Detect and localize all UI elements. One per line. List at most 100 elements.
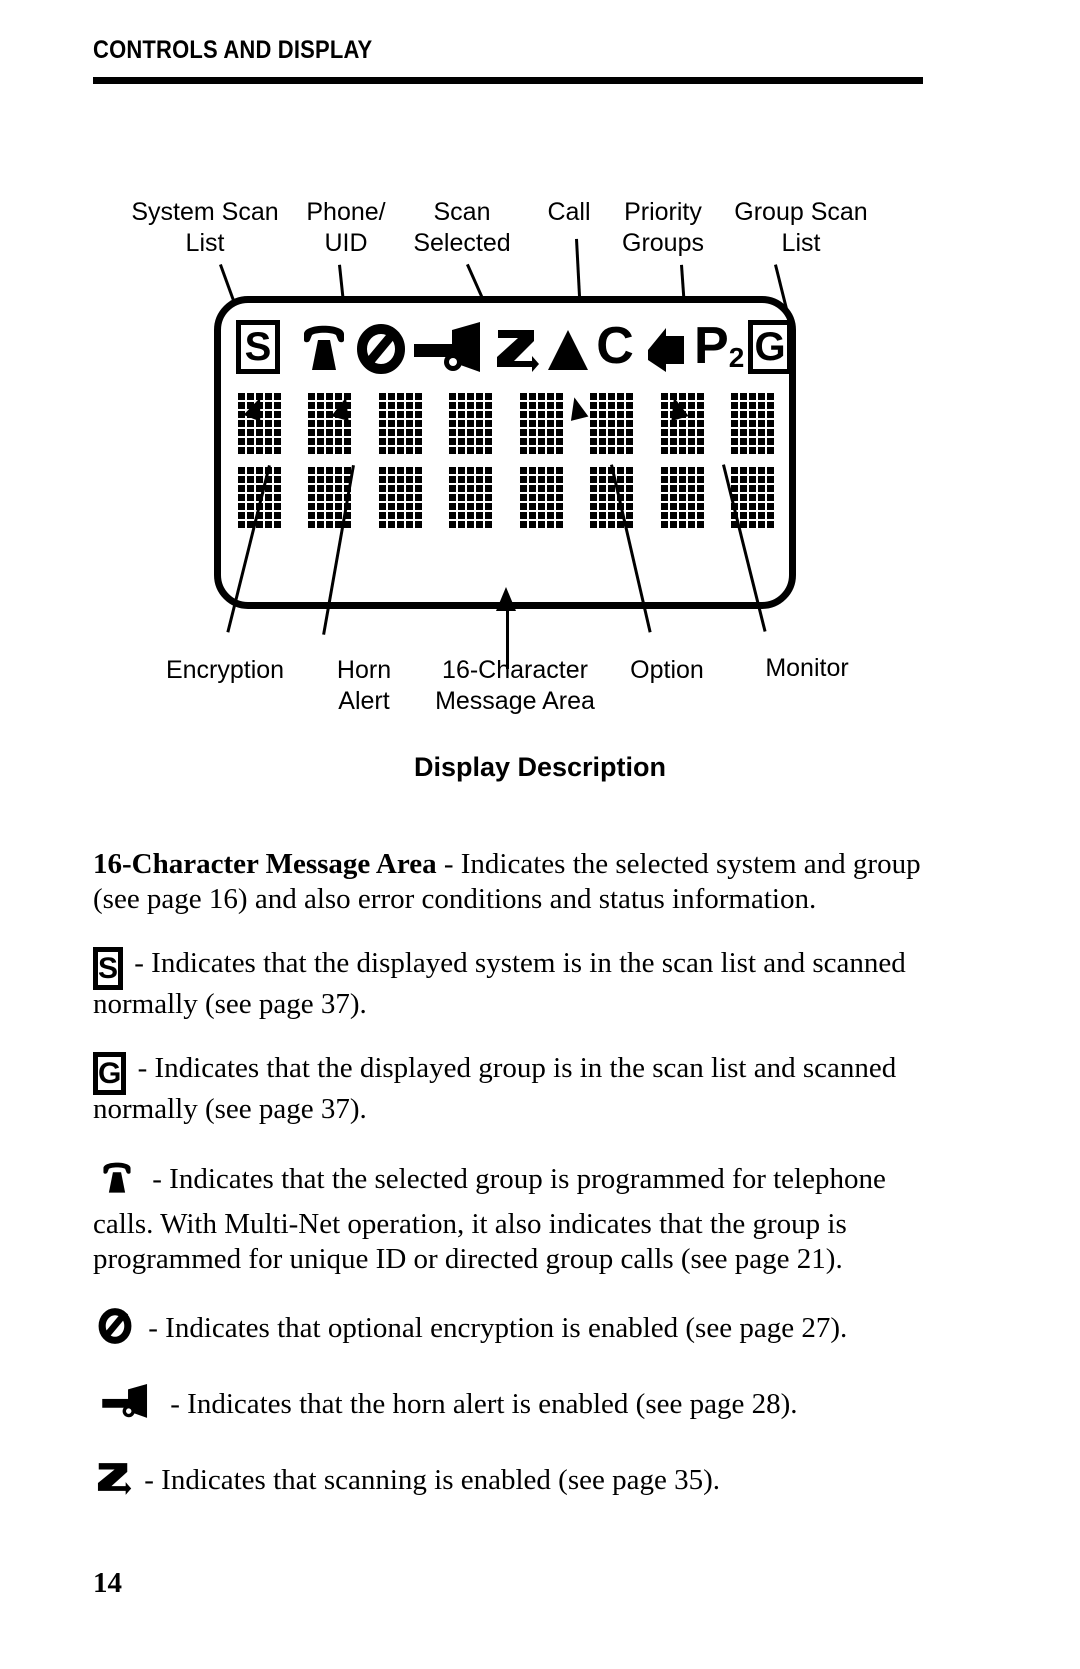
message-area-dot <box>678 467 686 474</box>
message-area-dot <box>405 521 413 528</box>
message-area-dot <box>414 485 422 492</box>
message-area-dot <box>678 521 686 528</box>
message-area-dot <box>256 429 263 436</box>
message-area-dot <box>238 476 245 483</box>
message-area-dot <box>730 467 738 474</box>
message-area-dot <box>476 485 484 492</box>
message-area-dot <box>519 467 527 474</box>
message-area-dot <box>449 438 457 445</box>
message-area-dot <box>546 503 554 510</box>
message-area-dot <box>687 402 695 409</box>
message-area-dot <box>467 521 475 528</box>
message-area-dot <box>757 512 765 519</box>
message-area-dot <box>458 393 466 400</box>
message-area-dot <box>378 402 386 409</box>
message-area-dot <box>590 476 598 483</box>
encryption-icon <box>356 316 406 378</box>
message-area-dot <box>396 521 404 528</box>
message-area-dot <box>590 411 598 418</box>
message-area-dot <box>590 438 598 445</box>
message-area-character-cell <box>590 393 634 454</box>
message-area-dot <box>485 393 493 400</box>
message-area-dot <box>599 429 607 436</box>
message-area-dot <box>387 503 395 510</box>
message-area-dot <box>687 485 695 492</box>
message-area-dot <box>739 411 747 418</box>
message-area-dot <box>660 485 668 492</box>
message-area-dot <box>537 402 545 409</box>
message-area-dot <box>757 476 765 483</box>
message-area-dot <box>748 485 756 492</box>
call-icon-letter: C <box>596 317 634 375</box>
message-area-dot <box>326 402 334 409</box>
message-area-dot <box>335 485 343 492</box>
message-area-dot <box>678 429 686 436</box>
message-area-dot <box>405 503 413 510</box>
message-area-dot <box>396 420 404 427</box>
message-area-dot <box>555 429 563 436</box>
message-area-dot <box>748 402 756 409</box>
message-area-dot <box>317 438 325 445</box>
message-area-dot <box>555 476 563 483</box>
message-area-dot <box>739 402 747 409</box>
message-area-dot <box>317 411 325 418</box>
message-area-dot <box>308 485 316 492</box>
message-area-dot <box>458 494 466 501</box>
body-copy: 16-Character Message Area - Indicates th… <box>93 818 923 1529</box>
message-area-dot <box>519 438 527 445</box>
message-area-dot <box>555 503 563 510</box>
paragraph-telephone: - Indicates that the selected group is p… <box>93 1156 923 1277</box>
message-area-dot <box>669 467 677 474</box>
message-area-dot <box>326 521 334 528</box>
message-area-dot <box>660 420 668 427</box>
message-area-dot <box>696 429 704 436</box>
message-area-dot <box>458 467 466 474</box>
message-area-dot <box>308 402 316 409</box>
message-area-dot <box>238 438 245 445</box>
message-area-dot <box>256 467 263 474</box>
message-area-dot <box>274 438 281 445</box>
message-area-dot <box>687 494 695 501</box>
message-area-dot <box>757 429 765 436</box>
message-area-dot <box>608 512 616 519</box>
message-area-dot <box>678 420 686 427</box>
message-area-dot <box>590 393 598 400</box>
message-area-dot <box>485 411 493 418</box>
message-area-dot <box>730 485 738 492</box>
message-area-dot <box>396 476 404 483</box>
message-area-dot <box>687 521 695 528</box>
message-area-dot <box>528 485 536 492</box>
message-area-dot <box>555 420 563 427</box>
message-area-dot <box>476 438 484 445</box>
message-area-dot <box>687 476 695 483</box>
priority-groups-icon-letter: P <box>694 317 729 375</box>
callout-horn-alert: Horn Alert <box>336 656 392 715</box>
message-area-dot <box>696 438 704 445</box>
message-area-dot <box>274 447 281 454</box>
paragraph-system-scan-text: - Indicates that the displayed system is… <box>93 947 906 1020</box>
callout-priority-groups: Priority Groups <box>622 198 704 257</box>
message-area-dot <box>467 494 475 501</box>
message-area-dot <box>414 393 422 400</box>
message-area-dot <box>308 512 316 519</box>
message-area-row <box>238 393 774 454</box>
message-area-dot <box>317 503 325 510</box>
callout-encryption: Encryption <box>165 656 285 684</box>
message-area-dot <box>265 521 272 528</box>
message-area-dot <box>660 512 668 519</box>
message-area-dot <box>396 429 404 436</box>
arrowhead-message-area <box>496 587 516 611</box>
message-area-dot <box>247 420 254 427</box>
message-area-dot <box>485 512 493 519</box>
message-area-dot <box>757 467 765 474</box>
message-area-dot <box>265 485 272 492</box>
message-area-dot <box>555 521 563 528</box>
message-area-dot <box>396 467 404 474</box>
message-area-dot <box>669 476 677 483</box>
message-area-dot <box>265 429 272 436</box>
message-area-dot <box>378 494 386 501</box>
system-scan-list-icon-letter: S <box>236 320 280 374</box>
message-area-dot <box>458 521 466 528</box>
message-area-dot <box>265 393 272 400</box>
message-area-dot <box>476 521 484 528</box>
